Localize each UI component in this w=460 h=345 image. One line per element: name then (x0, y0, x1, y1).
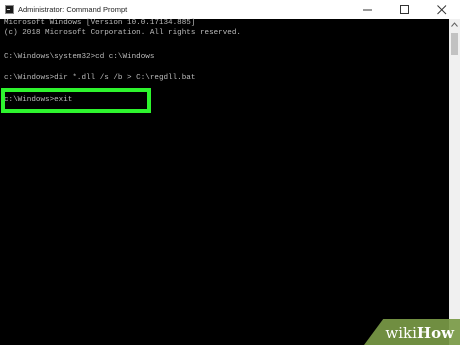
console-line: Microsoft Windows [Version 10.0.17134.88… (4, 19, 196, 27)
window-controls (349, 0, 460, 19)
maximize-button[interactable] (386, 0, 423, 19)
close-icon (436, 4, 446, 14)
highlight-box (1, 88, 151, 113)
title-bar[interactable]: Administrator: Command Prompt (0, 0, 460, 19)
chevron-up-icon (451, 22, 458, 27)
close-button[interactable] (423, 0, 460, 19)
window-title: Administrator: Command Prompt (18, 5, 128, 14)
minimize-icon (362, 9, 372, 10)
minimize-button[interactable] (349, 0, 386, 19)
watermark-wiki: wiki (385, 324, 417, 342)
scroll-up-button[interactable] (449, 19, 460, 30)
maximize-icon (399, 4, 409, 14)
console-line: (c) 2018 Microsoft Corporation. All righ… (4, 29, 241, 37)
scroll-thumb[interactable] (451, 33, 458, 55)
command-prompt-window: Administrator: Command Prompt Microsoft (0, 0, 460, 345)
vertical-scrollbar[interactable] (449, 19, 460, 345)
wikihow-watermark: wikiHow (364, 319, 460, 345)
console-line: c:\Windows>dir *.dll /s /b > C:\regdll.b… (4, 74, 196, 82)
cmd-icon (5, 5, 14, 14)
console-line: C:\Windows\system32>cd c:\Windows (4, 53, 155, 61)
watermark-how: How (416, 324, 454, 342)
watermark-logo: wikiHow (385, 324, 454, 342)
console-output[interactable]: Microsoft Windows [Version 10.0.17134.88… (0, 19, 449, 345)
